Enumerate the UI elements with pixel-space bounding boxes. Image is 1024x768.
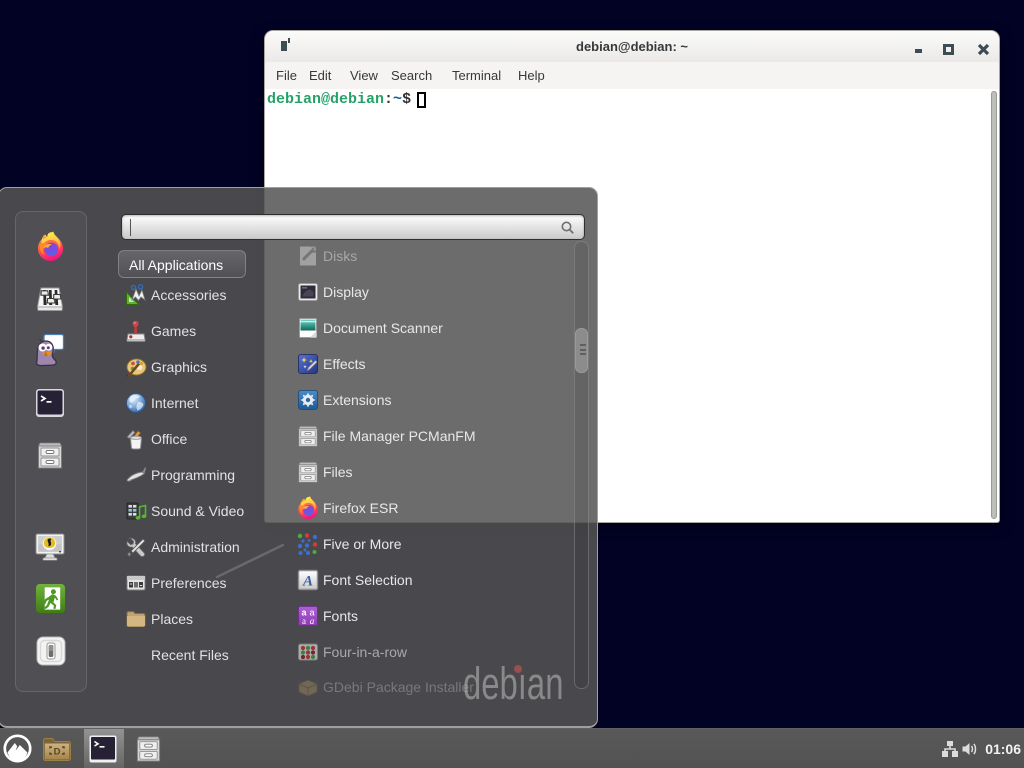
svg-text:a: a	[310, 616, 315, 626]
svg-text:D: D	[54, 747, 61, 758]
svg-text:A: A	[302, 574, 313, 590]
svg-text:a: a	[302, 616, 306, 626]
